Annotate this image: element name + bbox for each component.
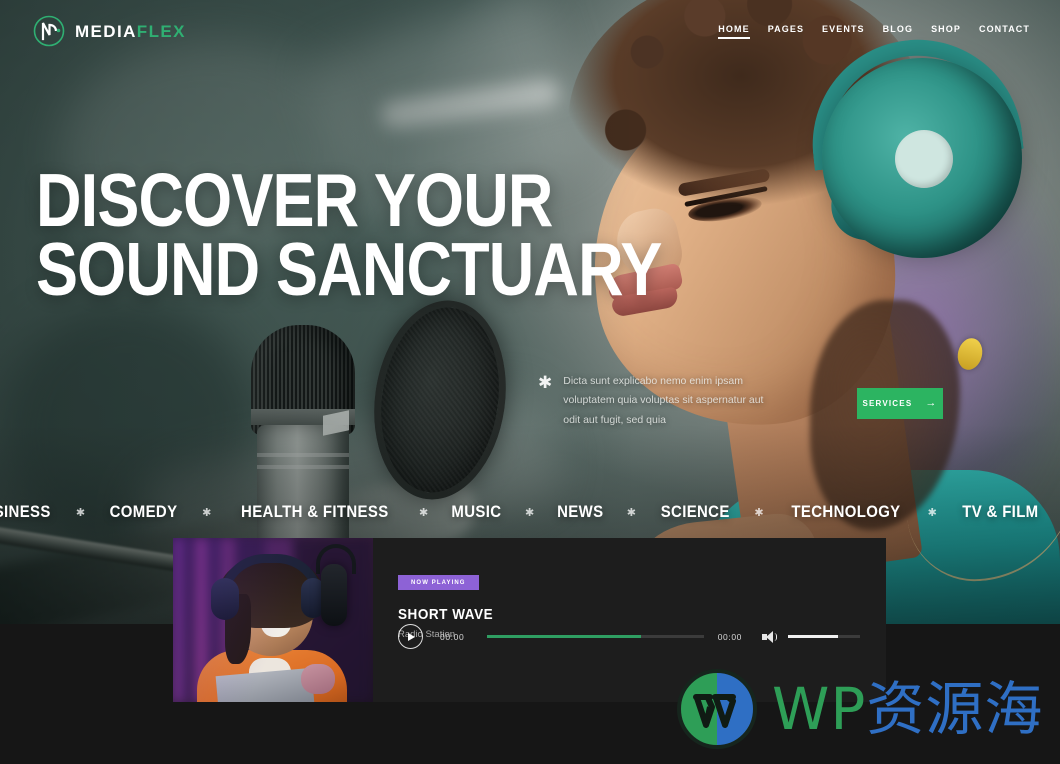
hero-subtext: ✱ Dicta sunt explicabo nemo enim ipsam v…	[538, 372, 783, 430]
asterisk-icon: ✱	[538, 373, 553, 392]
volume-slider[interactable]	[788, 635, 860, 638]
asterisk-separator-icon: ✱	[754, 506, 764, 519]
asterisk-separator-icon: ✱	[418, 506, 429, 519]
seek-slider[interactable]	[487, 635, 704, 638]
category-item-business[interactable]: BUSINESS	[0, 502, 50, 522]
category-item-music[interactable]: MUSIC	[452, 502, 502, 522]
asterisk-separator-icon: ✱	[1043, 506, 1060, 519]
track-title: SHORT WAVE	[398, 606, 494, 623]
main-navigation: HOME PAGES EVENTS BLOG SHOP CONTACT	[718, 24, 1030, 39]
wordpress-logo-icon	[676, 668, 758, 750]
category-item-health-fitness[interactable]: HEALTH & FITNESS	[241, 502, 388, 522]
volume-icon[interactable]	[762, 630, 777, 644]
category-item-comedy[interactable]: COMEDY	[110, 502, 178, 522]
volume-fill	[788, 635, 839, 638]
play-icon[interactable]	[398, 624, 423, 649]
category-item-news[interactable]: NEWS	[557, 502, 603, 522]
player-controls: 00:00 00:00	[398, 624, 860, 649]
hero-content: DISCOVER YOUR SOUND SANCTUARY ✱ Dicta su…	[0, 0, 1060, 624]
seek-progress-fill	[487, 635, 641, 638]
category-strip: RTS ✱ BUSINESS ✱ COMEDY ✱ HEALTH & FITNE…	[0, 494, 1060, 530]
category-item-technology[interactable]: TECHNOLOGY	[791, 502, 900, 522]
current-time: 00:00	[440, 631, 465, 642]
site-logo[interactable]: MEDIAFLEX	[32, 14, 186, 48]
now-playing-badge: NOW PLAYING	[398, 575, 479, 590]
asterisk-separator-icon: ✱	[202, 506, 212, 519]
logo-text-primary: MEDIA	[75, 21, 137, 41]
watermark-text: WP 资源海	[772, 680, 1043, 738]
player-thumbnail[interactable]	[173, 538, 373, 702]
services-button[interactable]: SERVICES →	[857, 388, 943, 419]
logo-wordmark: MEDIAFLEX	[75, 23, 186, 40]
volume-icon-wave	[774, 632, 777, 641]
landing-page: MEDIAFLEX HOME PAGES EVENTS BLOG SHOP CO…	[0, 0, 1060, 764]
hero-paragraph: Dicta sunt explicabo nemo enim ipsam vol…	[563, 375, 764, 426]
circle-waveform-m-icon	[32, 14, 66, 48]
nav-item-contact[interactable]: CONTACT	[979, 24, 1030, 39]
arrow-right-icon: →	[925, 397, 938, 409]
category-item-science[interactable]: SCIENCE	[661, 502, 730, 522]
nav-item-blog[interactable]: BLOG	[883, 24, 913, 39]
watermark-text-en: WP	[772, 675, 867, 743]
hero-headline-line-2: SOUND SANCTUARY	[36, 227, 662, 311]
site-header: MEDIAFLEX HOME PAGES EVENTS BLOG SHOP CO…	[0, 0, 1060, 62]
asterisk-separator-icon: ✱	[524, 506, 535, 519]
asterisk-separator-icon: ✱	[927, 506, 937, 519]
nav-item-home[interactable]: HOME	[718, 24, 751, 39]
watermark: WP 资源海	[676, 668, 1043, 750]
hero-headline-line-1: DISCOVER YOUR	[36, 158, 553, 242]
thumbnail-overlay	[173, 538, 373, 702]
total-time: 00:00	[717, 631, 742, 642]
category-item-tv-film[interactable]: TV & FILM	[962, 502, 1038, 522]
watermark-text-cn: 资源海	[866, 675, 1044, 743]
asterisk-separator-icon: ✱	[626, 506, 637, 519]
services-button-label: SERVICES	[862, 399, 913, 408]
play-triangle	[408, 632, 415, 641]
nav-item-shop[interactable]: SHOP	[931, 24, 961, 39]
asterisk-separator-icon: ✱	[75, 506, 86, 519]
volume-icon-cone	[766, 630, 773, 643]
nav-item-pages[interactable]: PAGES	[768, 24, 804, 39]
hero-headline: DISCOVER YOUR SOUND SANCTUARY	[36, 158, 662, 311]
logo-text-secondary: FLEX	[136, 21, 186, 41]
nav-item-events[interactable]: EVENTS	[822, 24, 865, 39]
